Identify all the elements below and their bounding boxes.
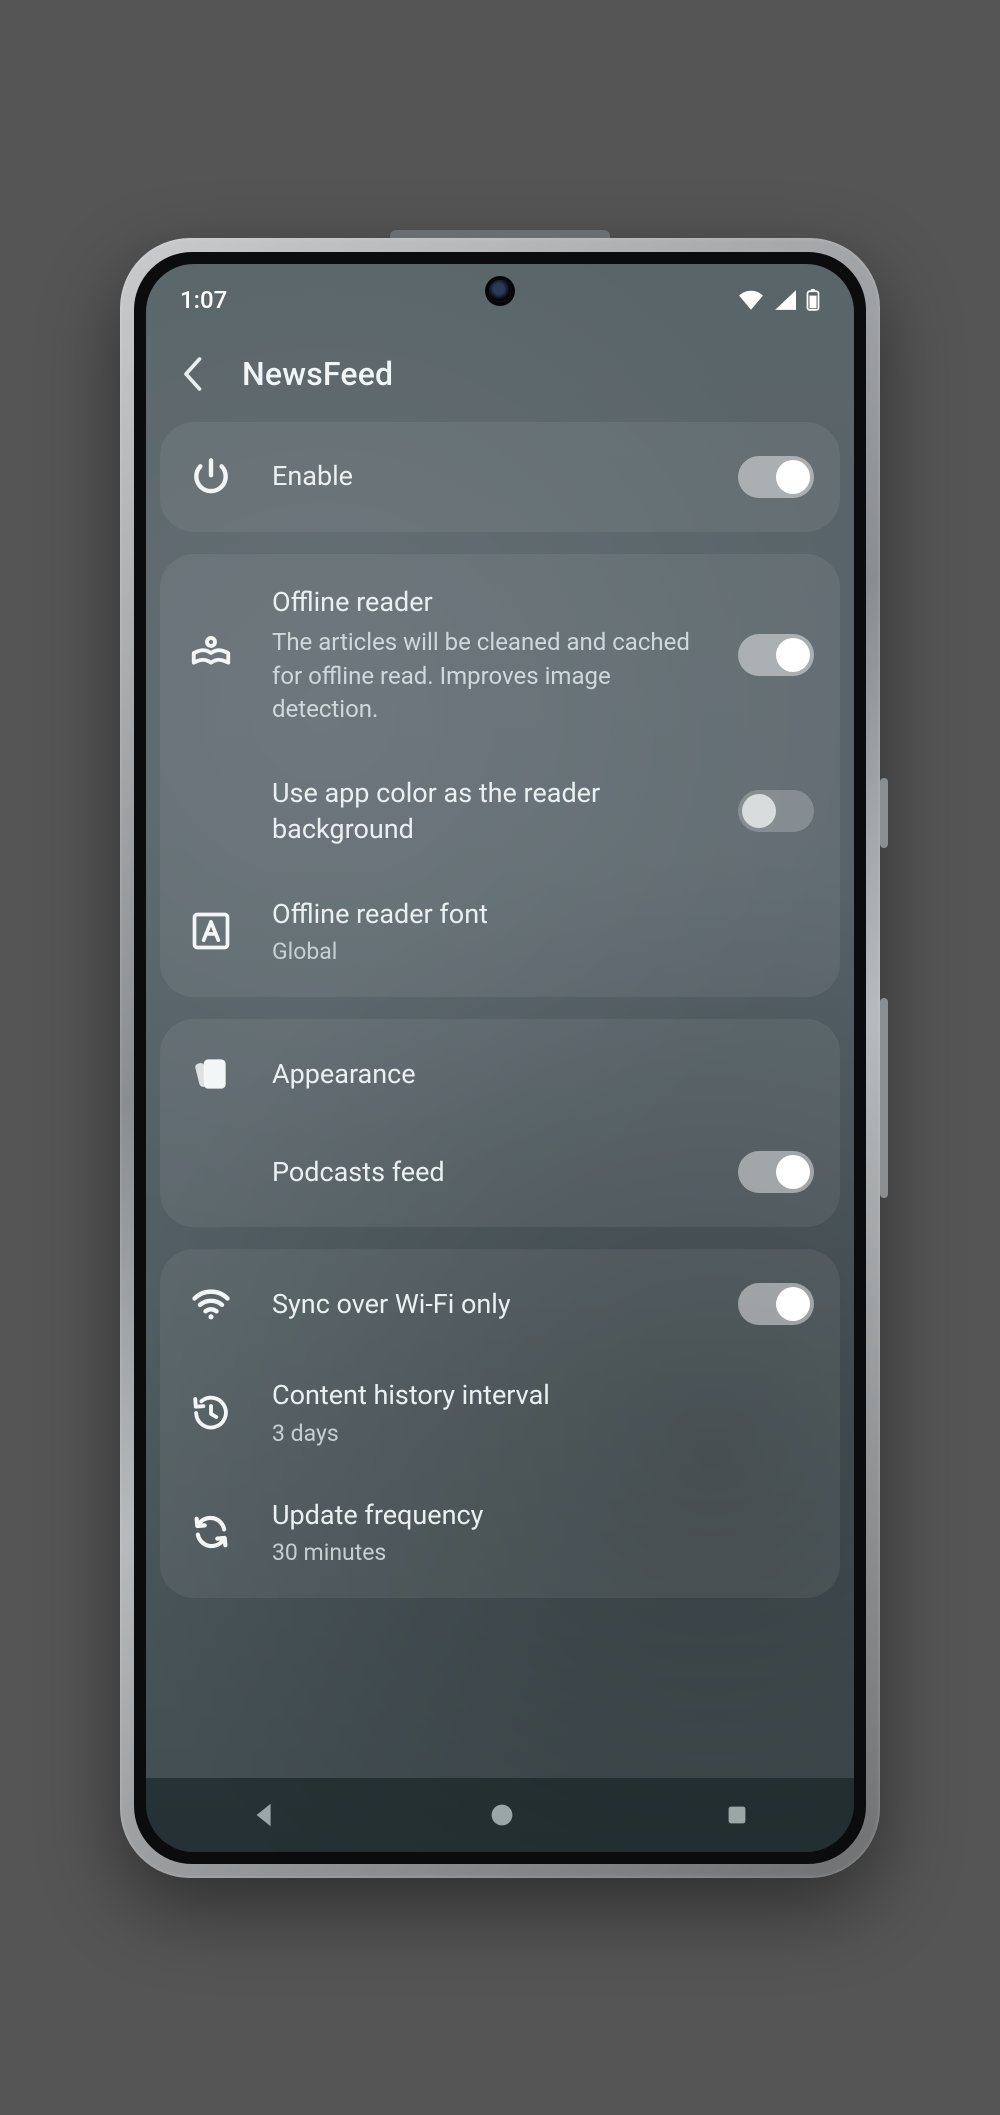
page-title: NewsFeed <box>242 355 393 393</box>
settings-content: Enable <box>146 422 854 1613</box>
chevron-left-icon <box>181 356 203 392</box>
toggle-offline-reader[interactable] <box>738 634 814 676</box>
battery-icon <box>806 289 820 311</box>
row-label: Update frequency <box>272 1497 814 1533</box>
history-icon <box>186 1388 236 1438</box>
front-camera <box>489 280 511 302</box>
row-label: Content history interval <box>272 1377 814 1413</box>
card-appearance: Appearance Podcasts feed <box>160 1019 840 1227</box>
row-subtext: 30 minutes <box>272 1537 814 1568</box>
reader-icon <box>186 630 236 680</box>
row-sync-wifi[interactable]: Sync over Wi-Fi only <box>160 1255 840 1353</box>
toggle-enable[interactable] <box>738 456 814 498</box>
row-reader-font[interactable]: Offline reader font Global <box>160 872 840 991</box>
nav-back-button[interactable] <box>251 1801 279 1829</box>
blank-icon <box>186 786 236 836</box>
wifi-icon <box>186 1279 236 1329</box>
row-podcasts[interactable]: Podcasts feed <box>160 1123 840 1221</box>
back-button[interactable] <box>172 354 212 394</box>
side-button <box>880 778 888 848</box>
row-label: Offline reader font <box>272 896 814 932</box>
row-label: Use app color as the reader background <box>272 775 720 848</box>
row-label: Podcasts feed <box>272 1154 720 1190</box>
row-subtext: Global <box>272 936 814 967</box>
row-history-interval[interactable]: Content history interval 3 days <box>160 1353 840 1472</box>
row-subtext: 3 days <box>272 1418 814 1449</box>
card-reader: Offline reader The articles will be clea… <box>160 554 840 998</box>
row-enable[interactable]: Enable <box>160 428 840 526</box>
row-label: Appearance <box>272 1056 814 1092</box>
system-nav-bar <box>146 1778 854 1852</box>
phone-bezel: 1:07 <box>134 252 866 1864</box>
row-label: Enable <box>272 458 720 494</box>
row-offline-reader[interactable]: Offline reader The articles will be clea… <box>160 560 840 751</box>
power-icon <box>186 452 236 502</box>
card-enable: Enable <box>160 422 840 532</box>
wifi-icon <box>738 290 764 310</box>
row-label: Sync over Wi-Fi only <box>272 1286 720 1322</box>
row-appearance[interactable]: Appearance <box>160 1025 840 1123</box>
screen: 1:07 <box>146 264 854 1852</box>
blank-icon <box>186 1147 236 1197</box>
font-icon <box>186 906 236 956</box>
nav-recents-button[interactable] <box>725 1803 749 1827</box>
toggle-sync-wifi[interactable] <box>738 1283 814 1325</box>
cell-signal-icon <box>774 290 796 310</box>
phone-frame: 1:07 <box>120 238 880 1878</box>
sync-icon <box>186 1507 236 1557</box>
row-reader-background[interactable]: Use app color as the reader background <box>160 751 840 872</box>
row-description: The articles will be cleaned and cached … <box>272 626 720 727</box>
status-time: 1:07 <box>180 286 227 314</box>
row-update-frequency[interactable]: Update frequency 30 minutes <box>160 1473 840 1592</box>
row-label: Offline reader <box>272 584 720 620</box>
toggle-reader-background[interactable] <box>738 790 814 832</box>
card-sync: Sync over Wi-Fi only <box>160 1249 840 1598</box>
toggle-podcasts[interactable] <box>738 1151 814 1193</box>
side-button <box>880 998 888 1198</box>
status-icons <box>738 289 820 311</box>
nav-home-button[interactable] <box>489 1802 515 1828</box>
app-header: NewsFeed <box>146 320 854 422</box>
appearance-icon <box>186 1049 236 1099</box>
